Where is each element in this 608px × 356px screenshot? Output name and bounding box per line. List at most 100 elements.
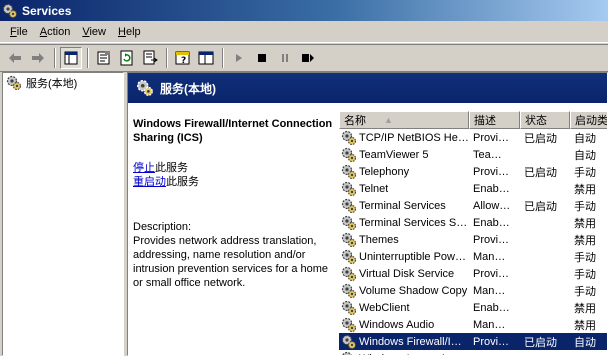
column-description-label: 描述 xyxy=(474,115,496,127)
stop-service-button[interactable] xyxy=(251,47,273,69)
menu-file[interactable]: File xyxy=(4,26,34,38)
restart-service-button[interactable] xyxy=(297,47,319,69)
cell-startup-type: 手动 xyxy=(574,268,596,281)
cell-startup-type: 禁用 xyxy=(574,319,596,332)
service-gear-icon xyxy=(341,232,357,247)
column-description-header[interactable]: 描述 xyxy=(469,111,520,129)
back-icon xyxy=(9,53,21,63)
menu-help[interactable]: Help xyxy=(112,26,147,38)
cell-name: Virtual Disk Service xyxy=(339,265,469,282)
cell-name: Uninterruptible Pow… xyxy=(339,248,469,265)
service-gear-icon xyxy=(341,317,357,332)
help-button[interactable]: ? xyxy=(172,47,194,69)
service-name: Windows Audio xyxy=(359,318,435,331)
cell-name: Terminal Services S… xyxy=(339,214,469,231)
column-status-header[interactable]: 状态 xyxy=(520,111,570,129)
table-row[interactable]: Themes Provi… 禁用 xyxy=(339,231,607,248)
cell-status xyxy=(520,265,570,282)
back-button[interactable] xyxy=(4,47,26,69)
services-list: 名称 ▲ 描述 状态 启动类 TCP/IP NetBIOS He… Provi… 已… xyxy=(339,111,607,355)
restart-service-link[interactable]: 重启动 xyxy=(133,176,166,188)
toolbar-separator xyxy=(222,48,224,68)
column-startup-header[interactable]: 启动类 xyxy=(570,111,607,129)
service-gear-icon xyxy=(341,266,357,281)
service-gear-icon xyxy=(341,249,357,264)
cell-description: Provi… xyxy=(473,267,510,280)
cell-description: Enab… xyxy=(473,301,510,314)
services-gear-icon xyxy=(137,80,153,96)
cell-status xyxy=(520,350,570,355)
service-gear-icon xyxy=(341,181,357,196)
table-row[interactable]: Windows Image Acq… xyxy=(339,350,607,355)
console-tree: 服务(本地) xyxy=(2,72,124,356)
menu-action[interactable]: Action xyxy=(34,26,77,38)
column-name-header[interactable]: 名称 ▲ xyxy=(339,111,469,129)
properties-button[interactable] xyxy=(93,47,115,69)
cell-name: Telnet xyxy=(339,180,469,197)
service-name: Themes xyxy=(359,233,399,246)
cell-startup-type: 禁用 xyxy=(574,234,596,247)
table-row[interactable]: Terminal Services Allow… 已启动 手动 xyxy=(339,197,607,214)
cell-name: Windows Audio xyxy=(339,316,469,333)
show-hide-tree-button[interactable] xyxy=(60,47,82,69)
cell-startup-type: 禁用 xyxy=(574,183,596,196)
forward-button[interactable] xyxy=(27,47,49,69)
service-gear-icon xyxy=(341,283,357,298)
table-row-selected[interactable]: Windows Firewall/I… Provi… 已启动 自动 xyxy=(339,333,607,350)
show-hide-tree-icon xyxy=(64,51,78,65)
details-pane: 服务(本地) Windows Firewall/Internet Connect… xyxy=(127,72,608,356)
table-row[interactable]: TCP/IP NetBIOS He… Provi… 已启动 自动 xyxy=(339,129,607,146)
service-name: Telephony xyxy=(359,165,410,178)
table-row[interactable]: TeamViewer 5 Tea… 自动 xyxy=(339,146,607,163)
table-row[interactable]: Virtual Disk Service Provi… 手动 xyxy=(339,265,607,282)
description-text: Provides network address translation, ad… xyxy=(133,235,329,289)
table-row[interactable]: Volume Shadow Copy Man… 手动 xyxy=(339,282,607,299)
cell-startup-type: 手动 xyxy=(574,200,596,213)
table-row[interactable]: WebClient Enab… 禁用 xyxy=(339,299,607,316)
refresh-button[interactable] xyxy=(116,47,138,69)
service-gear-icon xyxy=(341,147,357,162)
cell-startup-type: 自动 xyxy=(570,333,607,350)
cell-description: Allow… xyxy=(473,199,511,212)
cell-name: Telephony xyxy=(339,163,469,180)
cell-startup-type xyxy=(570,350,607,355)
cell-startup-type: 禁用 xyxy=(574,302,596,315)
cell-startup-type: 自动 xyxy=(574,149,596,162)
cell-startup-type: 禁用 xyxy=(574,217,596,230)
menu-bar: File Action View Help xyxy=(0,21,608,43)
cell-name: TCP/IP NetBIOS He… xyxy=(339,129,469,146)
cell-status xyxy=(520,180,570,197)
table-row[interactable]: Windows Audio Man… 禁用 xyxy=(339,316,607,333)
menu-view[interactable]: View xyxy=(76,26,112,38)
table-row[interactable]: Terminal Services S… Enab… 禁用 xyxy=(339,214,607,231)
console-window-button[interactable] xyxy=(195,47,217,69)
export-list-button[interactable] xyxy=(139,47,161,69)
start-service-button[interactable] xyxy=(228,47,250,69)
service-gear-icon xyxy=(341,334,357,349)
list-header: 名称 ▲ 描述 状态 启动类 xyxy=(339,111,607,129)
service-gear-icon xyxy=(341,300,357,315)
pause-service-button[interactable] xyxy=(274,47,296,69)
refresh-icon xyxy=(120,50,133,66)
table-row[interactable]: Telephony Provi… 已启动 手动 xyxy=(339,163,607,180)
toolbar-separator xyxy=(54,48,56,68)
table-row[interactable]: Uninterruptible Pow… Man… 手动 xyxy=(339,248,607,265)
service-name: Terminal Services xyxy=(359,199,446,212)
cell-status: 已启动 xyxy=(524,132,557,145)
table-row[interactable]: Telnet Enab… 禁用 xyxy=(339,180,607,197)
tree-node-services-local[interactable]: 服务(本地) xyxy=(6,75,77,91)
services-gear-icon xyxy=(2,3,18,18)
cell-status xyxy=(520,248,570,265)
pane-header-title: 服务(本地) xyxy=(160,81,216,96)
service-name: Volume Shadow Copy xyxy=(359,284,468,297)
help-icon: ? xyxy=(175,51,190,66)
service-name: WebClient xyxy=(359,301,410,314)
services-gear-icon xyxy=(6,75,22,91)
stop-service-link[interactable]: 停止 xyxy=(133,162,155,174)
service-name: TeamViewer 5 xyxy=(359,148,429,161)
cell-startup-type: 手动 xyxy=(574,251,596,264)
description-block: Description: Provides network address tr… xyxy=(133,220,333,290)
cell-description: Provi… xyxy=(473,165,510,178)
title-bar: Services xyxy=(0,0,608,21)
service-name: TCP/IP NetBIOS He… xyxy=(359,131,469,144)
